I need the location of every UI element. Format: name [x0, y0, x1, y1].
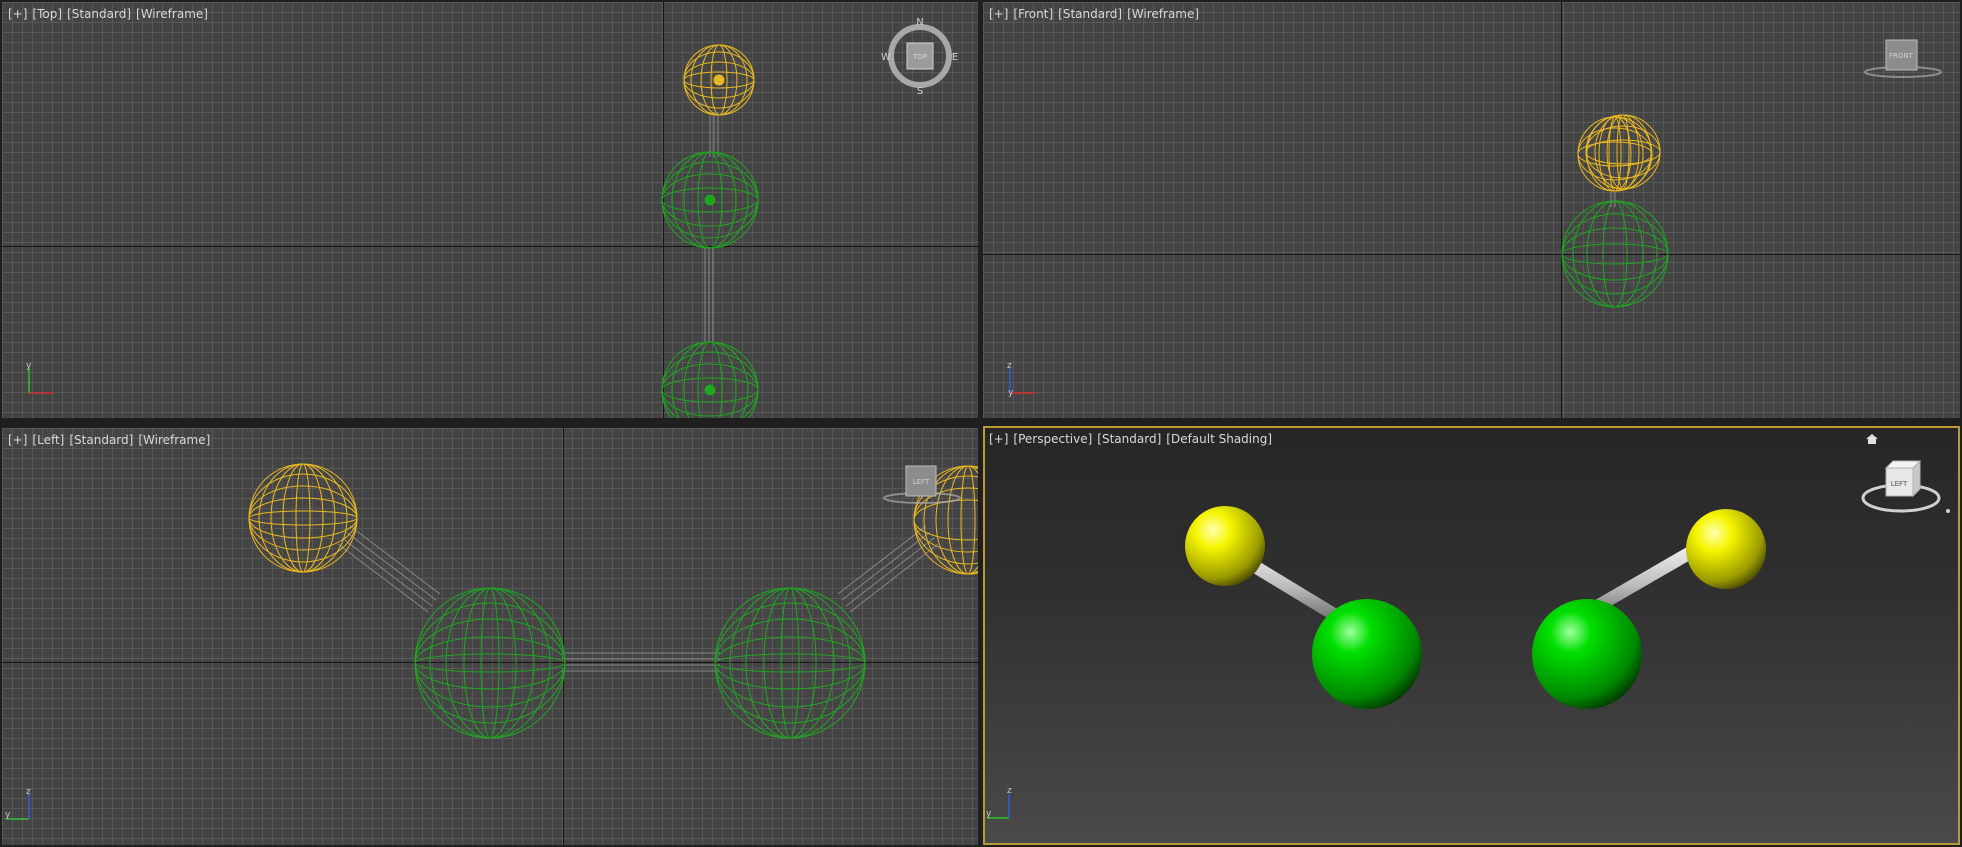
axis-y-label: y [986, 809, 992, 819]
compass-east: E [952, 52, 958, 63]
axis-z-label: z [1007, 786, 1012, 796]
front-view-geometry: FRONT z y [1007, 39, 1942, 398]
axis-tripod-icon: y [26, 361, 54, 394]
atom-green-wire [1561, 200, 1669, 308]
perspective-view-geometry: LEFT z y [986, 434, 1950, 819]
compass-south: S [917, 86, 923, 97]
compass-icon[interactable]: TOP N S E W [881, 17, 958, 97]
viewport-perspective[interactable]: [+] [Perspective] [Standard] [Default Shadi… [983, 426, 1960, 845]
atom-green-shaded [1532, 599, 1642, 709]
bond-wire [562, 652, 720, 672]
atom-green-wire [714, 587, 866, 739]
atom-green-wire [414, 587, 566, 739]
axis-y-label: y [5, 810, 11, 820]
viewport-left[interactable]: [+] [Left] [Standard] [Wireframe] LEFT z… [2, 428, 978, 845]
atom-yellow-wire [1585, 114, 1661, 190]
compass-west: W [881, 52, 891, 63]
viewcube-top-face: TOP [912, 53, 927, 61]
atom-green-wire [661, 341, 759, 418]
bond-wire [1610, 192, 1616, 207]
compass-north: N [916, 17, 923, 28]
viewport-front[interactable]: [+] [Front] [Standard] [Wireframe] FRONT… [983, 2, 1960, 418]
atom-green-wire [661, 151, 759, 249]
atom-yellow-wire [248, 463, 358, 573]
bond-wire [837, 525, 939, 613]
viewcube-icon[interactable]: LEFT [1861, 459, 1950, 513]
atom-green-shaded [1312, 599, 1422, 709]
bond-wire [704, 247, 714, 342]
bond-wire [709, 112, 719, 157]
axis-tripod-icon: z y [1007, 361, 1035, 398]
viewcube-left-face: LEFT [1891, 480, 1908, 488]
viewport-top[interactable]: [+] [Top] [Standard] [Wireframe] TOP N S… [2, 2, 978, 418]
axis-z-label: z [26, 787, 31, 797]
atom-yellow-shaded [1185, 506, 1265, 586]
home-icon[interactable] [1866, 434, 1878, 444]
left-view-geometry: LEFT z y [5, 463, 978, 820]
axis-z-label: z [1007, 361, 1012, 371]
atom-yellow-shaded [1686, 509, 1766, 589]
viewcube-front-face: FRONT [1889, 52, 1914, 60]
atom-yellow-wire [683, 44, 755, 116]
viewcube-left-face: LEFT [913, 478, 930, 486]
axis-y-label: y [26, 361, 32, 371]
axis-y-label: y [1008, 388, 1014, 398]
axis-tripod-icon: z y [5, 787, 31, 820]
axis-tripod-icon: z y [986, 786, 1012, 819]
viewcube-icon[interactable]: FRONT [1864, 39, 1942, 78]
top-view-geometry: TOP N S E W y [26, 17, 958, 418]
